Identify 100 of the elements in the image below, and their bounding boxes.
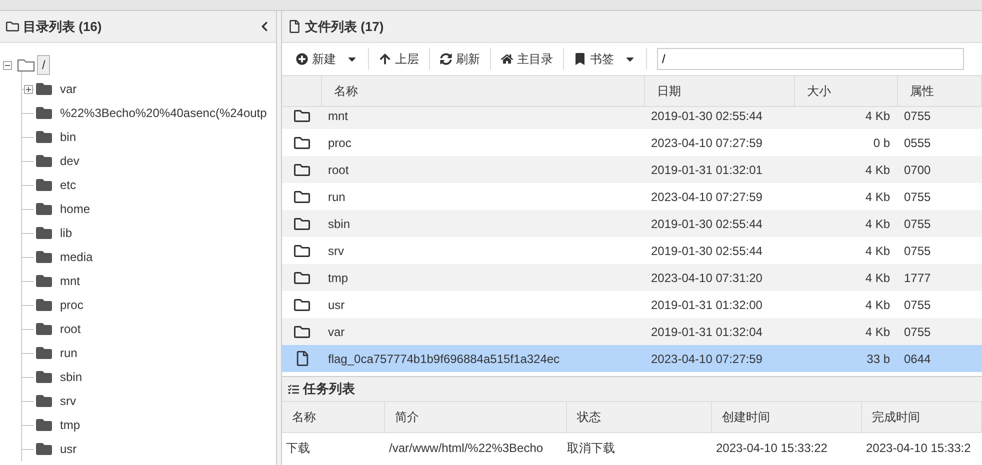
table-cell: 2019-01-30 02:55:44: [651, 244, 762, 258]
path-field[interactable]: /: [657, 48, 964, 70]
table-cell: 0 b: [873, 136, 890, 150]
table-cell: 2023-04-10 15:33:2: [866, 441, 971, 455]
column-header[interactable]: 完成时间: [862, 402, 982, 433]
file-name: var: [328, 324, 345, 338]
column-header[interactable]: 创建时间: [712, 402, 862, 433]
tree-item[interactable]: bin: [60, 130, 76, 144]
tree-item[interactable]: run: [60, 346, 78, 360]
folder-icon: [294, 324, 310, 340]
table-cell: 4 Kb: [865, 324, 890, 338]
folder-icon: [294, 296, 310, 312]
folder-icon: [36, 321, 52, 337]
folder-icon: [36, 441, 52, 457]
tree-item[interactable]: home: [60, 202, 90, 216]
toolbar-button[interactable]: 新建: [286, 48, 369, 70]
table-cell: 2023-04-10 15:33:22: [716, 441, 828, 455]
table-cell: 2019-01-31 01:32:01: [651, 162, 762, 176]
column-header[interactable]: 大小: [795, 76, 898, 107]
file-name: srv: [328, 244, 344, 258]
tree-item[interactable]: root: [60, 322, 81, 336]
folder-icon: [294, 216, 310, 232]
table-cell: 0755: [904, 298, 931, 312]
folder-icon: [36, 225, 52, 241]
folder-icon: [36, 129, 52, 145]
tree-item[interactable]: srv: [60, 394, 76, 408]
column-header[interactable]: 日期: [645, 76, 795, 107]
column-header[interactable]: 简介: [385, 402, 567, 433]
table-cell: 0555: [904, 136, 931, 150]
table-cell: 2023-04-10 07:27:59: [651, 136, 762, 150]
folder-icon: [294, 242, 310, 258]
table-cell: 4 Kb: [865, 298, 890, 312]
plus-icon: [296, 53, 308, 65]
tree-item[interactable]: var: [60, 82, 77, 96]
tree-item[interactable]: dev: [60, 154, 80, 168]
tree-item[interactable]: usr: [60, 442, 77, 456]
file-icon: [294, 351, 310, 366]
table-cell: 0644: [904, 352, 931, 366]
panel-title: 文件列表 (17): [305, 18, 384, 36]
folder-icon: [294, 270, 310, 286]
folder-icon: [17, 58, 35, 72]
toolbar-button[interactable]: 主目录: [491, 48, 564, 70]
file-name: flag_0ca757774b1b9f696884a515f1a324ec: [328, 352, 560, 366]
file-row[interactable]: var 2019-01-31 01:32:04 4 Kb 0755: [282, 318, 982, 345]
table-cell: 1777: [904, 270, 931, 284]
tree-item[interactable]: tmp: [60, 418, 80, 432]
table-cell: 4 Kb: [865, 190, 890, 204]
file-name: tmp: [328, 270, 348, 284]
file-name: proc: [328, 136, 352, 150]
tree-item[interactable]: etc: [60, 178, 76, 192]
tree-item[interactable]: mnt: [60, 274, 80, 288]
panel-title: 任务列表: [303, 380, 355, 398]
file-row[interactable]: root 2019-01-31 01:32:01 4 Kb 0700: [282, 156, 982, 183]
tree-item[interactable]: /: [37, 55, 50, 75]
folder-icon: [36, 81, 52, 97]
table-cell: 4 Kb: [865, 216, 890, 230]
collapse-toggle[interactable]: [3, 60, 12, 70]
table-cell: 0700: [904, 162, 931, 176]
folder-icon: [36, 417, 52, 433]
folder-icon: [294, 162, 310, 178]
file-row[interactable]: flag_0ca757774b1b9f696884a515f1a324ec 2023-04-10 07:27:59 33 b 0644: [282, 345, 982, 372]
column-header[interactable]: 属性: [898, 76, 982, 107]
file-name: usr: [328, 298, 345, 312]
panel-title: 目录列表 (16): [23, 18, 102, 36]
toolbar-button[interactable]: 上层: [369, 48, 430, 70]
folder-icon: [36, 369, 52, 385]
file-name: root: [328, 162, 349, 176]
refresh-icon: [440, 53, 452, 65]
tree-item[interactable]: proc: [60, 298, 84, 312]
table-cell: 2019-01-31 01:32:00: [651, 298, 762, 312]
folder-icon: [36, 297, 52, 313]
folder-icon: [294, 188, 310, 204]
table-cell: 2019-01-31 01:32:04: [651, 324, 762, 338]
table-cell: 2019-01-30 02:55:44: [651, 216, 762, 230]
folder-icon: [36, 345, 52, 361]
file-row[interactable]: sbin 2019-01-30 02:55:44 4 Kb 0755: [282, 210, 982, 237]
file-row[interactable]: tmp 2023-04-10 07:31:20 4 Kb 1777: [282, 264, 982, 291]
folder-icon: [6, 20, 19, 33]
up-arrow-icon: [379, 53, 391, 65]
table-cell: 4 Kb: [865, 244, 890, 258]
tree-item[interactable]: media: [60, 250, 93, 264]
tree-item[interactable]: %22%3Becho%20%40asenc(%24outp: [60, 106, 267, 120]
folder-icon: [294, 134, 310, 150]
toolbar-button[interactable]: 刷新: [430, 48, 491, 70]
folder-icon: [36, 177, 52, 193]
folder-icon: [36, 153, 52, 169]
table-cell: 4 Kb: [865, 270, 890, 284]
table-cell: /var/www/html/%22%3Becho: [389, 441, 544, 455]
column-header[interactable]: 名称: [282, 402, 385, 433]
tree-item[interactable]: sbin: [60, 370, 82, 384]
home-icon: [501, 53, 513, 65]
tree-item[interactable]: lib: [60, 226, 72, 240]
toolbar-button[interactable]: 书签: [564, 48, 647, 70]
expand-toggle[interactable]: [24, 84, 32, 94]
file-row[interactable]: mnt 2019-01-30 02:55:44 4 Kb 0755: [282, 107, 982, 129]
folder-icon: [294, 108, 310, 124]
collapse-icon[interactable]: [259, 21, 270, 32]
column-header[interactable]: 状态: [567, 402, 712, 433]
file-icon: [288, 20, 301, 33]
column-header[interactable]: 名称: [322, 76, 645, 107]
